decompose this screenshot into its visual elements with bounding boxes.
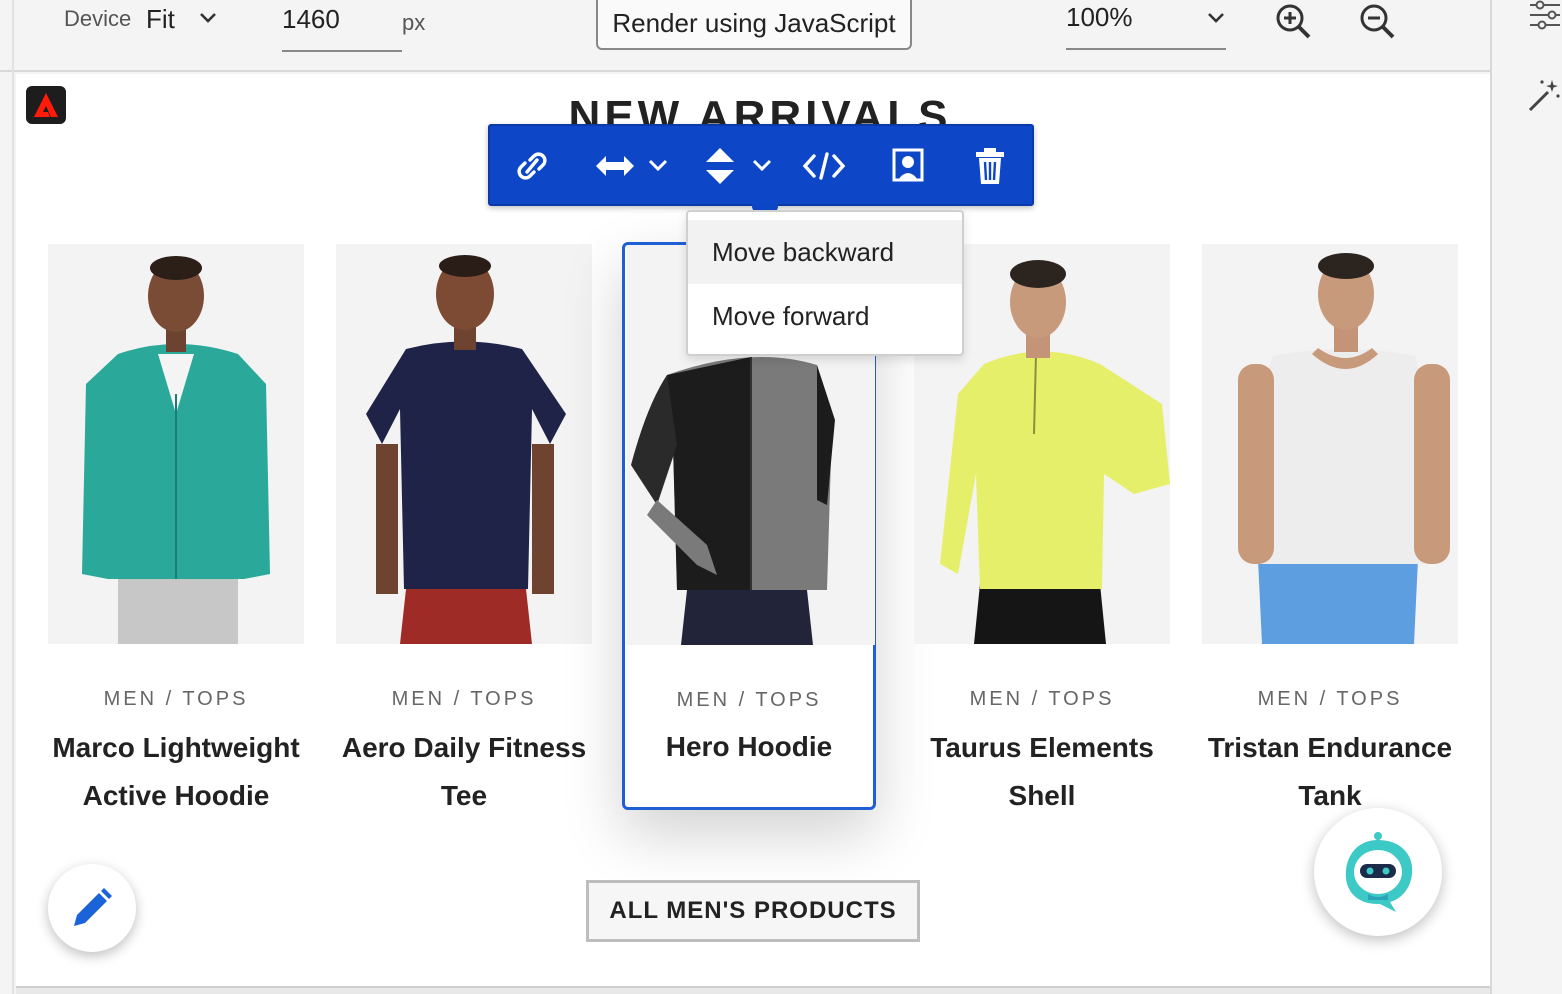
menu-item-move-backward[interactable]: Move backward bbox=[688, 220, 962, 284]
product-name-line: Tank bbox=[1298, 780, 1362, 811]
arrange-dropdown-menu: Move backward Move forward bbox=[686, 210, 964, 356]
product-name-line: Tristan Endurance bbox=[1207, 732, 1453, 763]
link-icon[interactable] bbox=[512, 144, 552, 188]
product-name-line: Hero Hoodie bbox=[665, 731, 833, 762]
product-name[interactable]: Tristan Endurance Tank bbox=[1182, 724, 1478, 820]
product-card[interactable]: MEN / TOPS Aero Daily Fitness Tee bbox=[336, 244, 592, 811]
zoom-out-icon[interactable] bbox=[1358, 2, 1396, 40]
product-category: MEN / TOPS bbox=[676, 689, 822, 711]
code-icon[interactable] bbox=[802, 144, 846, 188]
chevron-down-icon[interactable] bbox=[750, 144, 774, 188]
pencil-icon bbox=[74, 888, 112, 926]
zoom-select[interactable]: 100% bbox=[1066, 0, 1226, 50]
device-label: Device bbox=[64, 6, 132, 31]
product-name-line: Tee bbox=[440, 780, 488, 811]
adobe-logo bbox=[26, 86, 66, 124]
device-select[interactable]: Fit bbox=[146, 4, 175, 35]
chevron-down-icon[interactable] bbox=[646, 144, 670, 188]
menu-item-move-forward[interactable]: Move forward bbox=[688, 284, 962, 348]
left-rail bbox=[12, 0, 14, 994]
component-toolbar bbox=[488, 124, 1034, 214]
product-name[interactable]: Hero Hoodie bbox=[625, 723, 873, 771]
assistant-chat-button[interactable] bbox=[1314, 808, 1442, 936]
height-icon[interactable] bbox=[702, 144, 738, 188]
product-image[interactable] bbox=[48, 244, 304, 644]
product-name-line: Aero Daily Fitness bbox=[341, 732, 587, 763]
product-category: MEN / TOPS bbox=[103, 688, 249, 710]
section-heading: NEW ARRIVALS bbox=[568, 92, 952, 126]
magic-wand-icon[interactable] bbox=[1526, 78, 1562, 114]
product-card[interactable]: MEN / TOPS Marco Lightweight Active Hoodi… bbox=[48, 244, 304, 811]
product-card[interactable]: MEN / TOPS Tristan Endurance Tank bbox=[1202, 244, 1458, 811]
edit-fab-button[interactable] bbox=[48, 864, 136, 952]
robot-assistant-icon bbox=[1345, 832, 1413, 912]
all-mens-products-button[interactable]: ALL MEN'S PRODUCTS bbox=[586, 880, 920, 942]
trash-icon[interactable] bbox=[972, 144, 1008, 188]
chevron-down-icon[interactable] bbox=[198, 10, 218, 26]
canvas-scrollbar[interactable] bbox=[16, 986, 1490, 994]
product-category: MEN / TOPS bbox=[969, 688, 1115, 710]
product-image[interactable] bbox=[336, 244, 592, 644]
product-name-line: Marco Lightweight bbox=[52, 732, 300, 763]
properties-sliders-icon[interactable] bbox=[1528, 0, 1562, 30]
width-icon[interactable] bbox=[594, 144, 636, 188]
product-image[interactable] bbox=[1202, 244, 1458, 644]
product-name-line: Taurus Elements bbox=[930, 732, 1154, 763]
zoom-in-icon[interactable] bbox=[1274, 2, 1312, 40]
product-name[interactable]: Marco Lightweight Active Hoodie bbox=[28, 724, 324, 820]
width-unit-label: px bbox=[402, 10, 426, 35]
image-placeholder-icon[interactable] bbox=[890, 144, 926, 188]
product-name[interactable]: Taurus Elements Shell bbox=[894, 724, 1190, 820]
product-name[interactable]: Aero Daily Fitness Tee bbox=[316, 724, 612, 820]
product-category: MEN / TOPS bbox=[391, 688, 537, 710]
render-javascript-button[interactable]: Render using JavaScript bbox=[596, 0, 912, 50]
chevron-down-icon[interactable] bbox=[1206, 10, 1226, 26]
width-input[interactable]: 1460 bbox=[282, 2, 402, 52]
editor-topbar: Device Fit 1460 px Render using JavaScri… bbox=[0, 0, 1490, 72]
product-category: MEN / TOPS bbox=[1257, 688, 1403, 710]
product-name-line: Active Hoodie bbox=[82, 780, 270, 811]
product-name-line: Shell bbox=[1008, 780, 1076, 811]
right-panel bbox=[1490, 0, 1562, 994]
